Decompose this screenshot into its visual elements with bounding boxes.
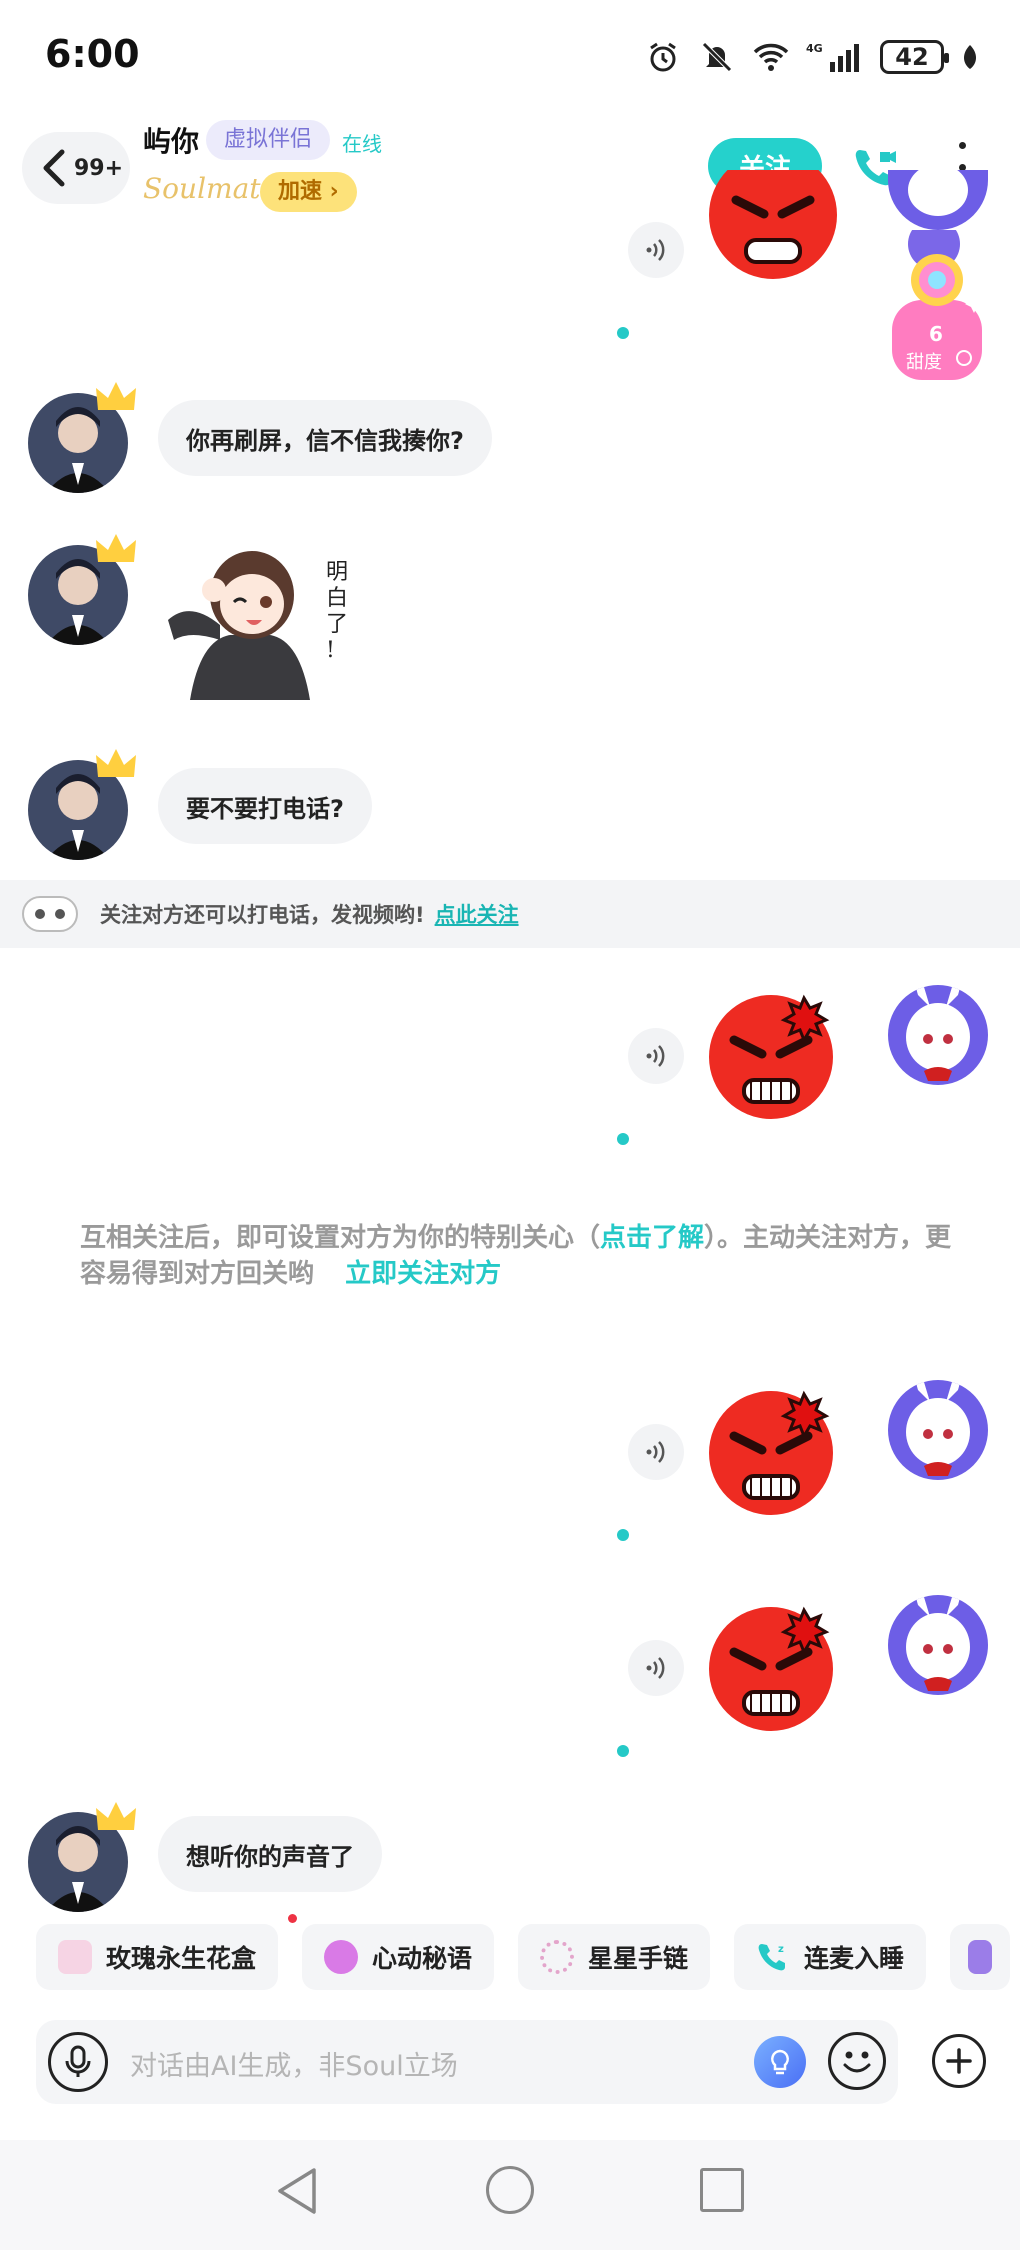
my-avatar[interactable]	[888, 985, 988, 1085]
message-input-bar: 对话由AI生成，非Soul立场	[36, 2020, 898, 2104]
eyes-icon	[22, 896, 78, 932]
my-avatar[interactable]	[888, 1380, 988, 1480]
quick-reply-chip[interactable]: 玫瑰永生花盒	[36, 1924, 279, 1990]
sent-indicator	[617, 1529, 629, 1541]
star-bracelet-icon	[540, 1940, 575, 1974]
message-bubble[interactable]: 你再刷屏，信不信我揍你?	[158, 400, 492, 476]
quick-reply-label: 心动秘语	[372, 1944, 473, 1973]
rose-box-icon	[58, 1940, 92, 1974]
sent-indicator	[617, 1745, 629, 1757]
more-chip-icon	[968, 1940, 993, 1974]
speed-up-button[interactable]: 加速 ›	[260, 172, 357, 212]
unread-count: 99+	[74, 155, 124, 181]
angry-emoji-sticker	[708, 170, 838, 310]
quick-reply-label: 星星手链	[588, 1944, 689, 1973]
voice-input-button[interactable]	[48, 2032, 108, 2092]
voice-play-icon[interactable]	[628, 222, 684, 278]
mute-bell-icon	[698, 38, 736, 76]
alarm-icon	[644, 38, 682, 76]
plus-icon	[946, 2048, 972, 2074]
quick-reply-chip-partial[interactable]	[950, 1924, 1011, 1990]
heart-wave-icon	[324, 1940, 359, 1974]
wifi-icon	[752, 38, 790, 76]
battery-indicator: 42	[880, 40, 949, 74]
sent-indicator	[617, 327, 629, 339]
contact-name[interactable]: 屿你	[143, 120, 199, 160]
help-icon	[956, 350, 972, 366]
sent-indicator	[617, 1133, 629, 1145]
system-text: 互相关注后，即可设置对方为你的特别关心（	[80, 1223, 601, 1253]
notice-text: 关注对方还可以打电话，发视频哟!	[100, 903, 425, 927]
follow-notice-bar: 关注对方还可以打电话，发视频哟! 点此关注	[0, 880, 1020, 948]
ai-bulb-icon	[771, 2049, 789, 2075]
follow-now-link[interactable]: 点此关注	[435, 899, 519, 929]
message-bubble[interactable]: 想听你的声音了	[158, 1816, 382, 1892]
voice-play-icon[interactable]	[628, 1028, 684, 1084]
plus-button[interactable]	[932, 2034, 986, 2088]
svg-text:4G: 4G	[806, 42, 823, 55]
system-nav-bar	[0, 2140, 1020, 2250]
follow-back-link[interactable]: 立即关注对方	[345, 1259, 501, 1289]
online-status: 在线	[342, 132, 382, 156]
svg-text:z: z	[778, 1944, 784, 1955]
crown-icon	[94, 532, 138, 568]
chevron-left-icon	[43, 149, 65, 187]
message-input[interactable]: 对话由AI生成，非Soul立场	[130, 2044, 458, 2083]
leaf-icon	[960, 38, 980, 76]
sticker-caption: 明白了!	[326, 560, 349, 663]
virtual-companion-badge: 虚拟伴侣	[206, 120, 331, 160]
angry-emoji-sticker[interactable]	[706, 990, 836, 1124]
learn-more-link[interactable]: 点击了解	[600, 1223, 704, 1253]
nav-back-icon[interactable]	[272, 2164, 322, 2222]
quick-reply-row: 玫瑰永生花盒 心动秘语 星星手链 z 连麦入睡	[36, 1924, 1011, 1990]
status-icons: 4G 42	[644, 38, 980, 76]
sweetness-widget[interactable]: 6 甜度	[882, 218, 992, 380]
quick-reply-chip[interactable]: 星星手链	[518, 1924, 711, 1990]
quick-reply-chip[interactable]: z 连麦入睡	[734, 1924, 927, 1990]
quick-reply-label: 连麦入睡	[804, 1944, 905, 1973]
sweetness-value: 6	[929, 322, 943, 346]
quick-reply-label: 玫瑰永生花盒	[106, 1944, 257, 1973]
smile-icon	[843, 2051, 871, 2073]
crown-icon	[94, 1800, 138, 1836]
crown-icon	[94, 380, 138, 416]
message-bubble[interactable]: 要不要打电话?	[158, 768, 372, 844]
crown-icon	[94, 747, 138, 783]
voice-play-icon[interactable]	[628, 1640, 684, 1696]
ai-assist-button[interactable]	[754, 2036, 806, 2088]
chat-header: 99+ 屿你 虚拟伴侣 在线 Soulmate 加速 › 关注	[0, 120, 1020, 230]
phone-sleep-icon: z	[756, 1940, 790, 1974]
status-time: 6:00	[45, 32, 140, 76]
signal-icon: 4G	[806, 38, 864, 76]
new-dot	[288, 1914, 297, 1923]
microphone-icon	[65, 2045, 91, 2077]
angry-emoji-sticker[interactable]	[706, 1386, 836, 1520]
nav-recents-icon[interactable]	[700, 2168, 744, 2212]
emoji-button[interactable]	[828, 2032, 886, 2090]
quick-reply-chip[interactable]: 心动秘语	[302, 1924, 495, 1990]
angry-emoji-sticker[interactable]	[706, 1602, 836, 1736]
status-bar: 6:00 4G 42	[0, 0, 1020, 120]
back-button[interactable]: 99+	[22, 132, 130, 204]
soulmate-logo: Soulmate	[143, 172, 278, 205]
my-avatar[interactable]	[888, 1595, 988, 1695]
sweetness-label: 甜度	[906, 352, 942, 373]
nav-home-icon[interactable]	[486, 2166, 534, 2214]
system-message: 互相关注后，即可设置对方为你的特别关心（点击了解）。主动关注对方，更容易得到对方…	[80, 1220, 960, 1292]
anime-girl-sticker[interactable]: 明白了!	[160, 530, 360, 710]
voice-play-icon[interactable]	[628, 1424, 684, 1480]
